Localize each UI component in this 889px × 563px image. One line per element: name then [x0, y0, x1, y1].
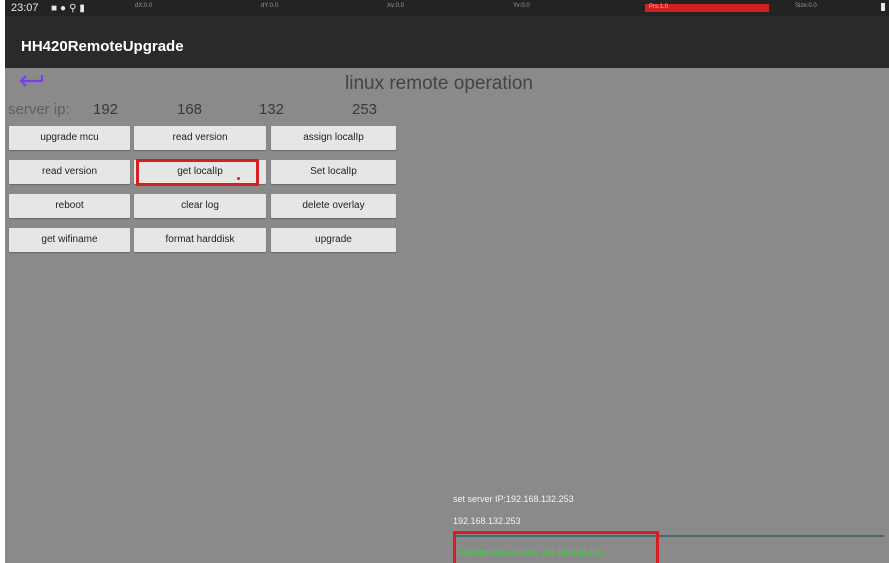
touch-indicator — [237, 177, 240, 180]
upgrade-button[interactable]: upgrade — [271, 228, 396, 252]
status-bar: 23:07 ■●⚲▮ dX:0.0 dY:0.0 Xv:0.0 Yv:0.0 P… — [5, 0, 889, 16]
server-ip-octet-4[interactable]: 253 — [352, 101, 377, 118]
read-version-button[interactable]: read version — [134, 126, 266, 150]
pressure-text: Prs:1.0 — [649, 4, 669, 10]
battery-icon — [881, 3, 885, 11]
get-wifiname-button[interactable]: get wifiname — [9, 228, 130, 252]
read-version-button-2[interactable]: read version — [9, 160, 130, 184]
app-bar: HH420RemoteUpgrade — [5, 16, 889, 68]
pressure-bar: Prs:1.0 — [645, 4, 769, 12]
reboot-button[interactable]: reboot — [9, 194, 130, 218]
highlight-box-result — [453, 531, 659, 563]
server-ip-label: server ip: — [8, 101, 70, 118]
pointer-size: Size:0.0 — [795, 3, 817, 9]
status-icons: ■●⚲▮ — [51, 3, 88, 14]
octet-separator: . — [315, 105, 318, 115]
server-ip-octet-3[interactable]: 132 — [259, 101, 284, 118]
log-line: 192.168.132.253 — [453, 516, 521, 526]
set-localip-button[interactable]: Set localIp — [271, 160, 396, 184]
app-title: HH420RemoteUpgrade — [21, 38, 184, 55]
upgrade-mcu-button[interactable]: upgrade mcu — [9, 126, 130, 150]
back-arrow-icon[interactable] — [16, 72, 46, 90]
device-screen: 23:07 ■●⚲▮ dX:0.0 dY:0.0 Xv:0.0 Yv:0.0 P… — [5, 0, 889, 563]
clear-log-button[interactable]: clear log — [134, 194, 266, 218]
octet-separator: . — [231, 105, 234, 115]
pointer-yv: Yv:0.0 — [513, 3, 530, 9]
pointer-xv: Xv:0.0 — [387, 3, 405, 9]
page-title: linux remote operation — [345, 73, 533, 94]
highlight-box-get-localip — [136, 159, 259, 186]
server-ip-row: server ip: 192 . 168 . 132 . 253 — [5, 101, 405, 121]
pointer-dx: dX:0.0 — [135, 3, 153, 9]
log-line: set server IP:192.168.132.253 — [453, 494, 574, 504]
format-harddisk-button[interactable]: format harddisk — [134, 228, 266, 252]
assign-localip-button[interactable]: assign localIp — [271, 126, 396, 150]
pointer-dy: dY:0.0 — [261, 3, 279, 9]
server-ip-octet-1[interactable]: 192 — [93, 101, 118, 118]
server-ip-octet-2[interactable]: 168 — [177, 101, 202, 118]
delete-overlay-button[interactable]: delete overlay — [271, 194, 396, 218]
octet-separator: . — [145, 105, 148, 115]
status-time: 23:07 — [11, 2, 39, 14]
